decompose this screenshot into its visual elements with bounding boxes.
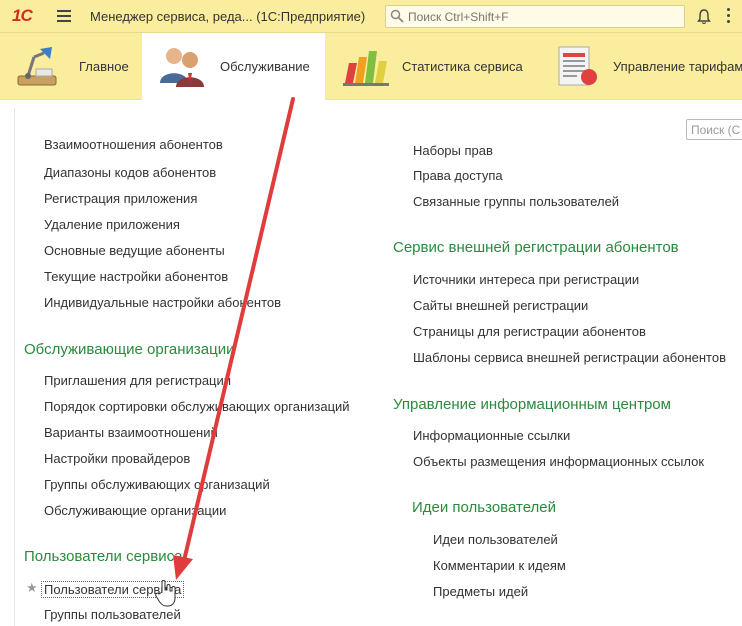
section-maintenance-label: Обслуживание [220, 59, 310, 74]
favorite-star-icon[interactable]: ★ [26, 580, 38, 596]
command-link[interactable]: Страницы для регистрации абонентов [413, 324, 646, 339]
section-statistics[interactable]: Статистика сервиса [325, 33, 531, 100]
command-link[interactable]: Варианты взаимоотношений [44, 425, 218, 440]
section-maintenance[interactable]: Обслуживание [142, 33, 325, 100]
people-icon [160, 48, 204, 87]
section-tariffs[interactable]: Управление тарифами [531, 33, 742, 100]
filter-input[interactable]: Поиск (С [686, 119, 742, 140]
command-link[interactable]: Группы пользователей [44, 607, 181, 622]
window-title: Менеджер сервиса, реда... (1С:Предприяти… [90, 9, 366, 24]
command-link[interactable]: Комментарии к идеям [433, 558, 566, 573]
group-title: Обслуживающие организации [24, 341, 235, 358]
section-main-label: Главное [79, 59, 129, 74]
desk-lamp-icon [17, 47, 57, 86]
command-link[interactable]: Объекты размещения информационных ссылок [413, 454, 704, 469]
sections-panel: Главное Обслуживание Статистика сервиса [0, 33, 742, 100]
group-title: Пользователи сервиса [24, 548, 183, 565]
command-link[interactable]: Индивидуальные настройки абонентов [44, 295, 281, 310]
global-search-input[interactable] [408, 8, 678, 25]
more-icon[interactable] [727, 8, 731, 25]
main-menu-icon[interactable] [57, 10, 71, 22]
section-statistics-label: Статистика сервиса [402, 59, 523, 74]
price-list-icon [558, 46, 597, 86]
command-link-users-selected[interactable]: Пользователи сервиса [41, 581, 185, 598]
command-link[interactable]: Сайты внешней регистрации [413, 298, 588, 313]
title-bar: 1С Менеджер сервиса, реда... (1С:Предпри… [0, 0, 742, 33]
command-link[interactable]: Обслуживающие организации [44, 503, 226, 518]
command-link[interactable]: Связанные группы пользователей [413, 194, 619, 209]
command-link[interactable]: Текущие настройки абонентов [44, 269, 228, 284]
command-link[interactable]: Предметы идей [433, 584, 528, 599]
command-link[interactable]: Взаимоотношения абонентов [44, 140, 223, 152]
command-link[interactable]: Регистрация приложения [44, 191, 197, 206]
app-logo: 1С [12, 6, 33, 25]
command-link[interactable]: Удаление приложения [44, 217, 180, 232]
command-link[interactable]: Основные ведущие абоненты [44, 243, 225, 258]
search-icon [390, 9, 404, 23]
bell-icon[interactable] [696, 8, 712, 25]
command-link[interactable]: Шаблоны сервиса внешней регистрации абон… [413, 350, 726, 365]
command-link[interactable]: Группы обслуживающих организаций [44, 477, 270, 492]
command-link[interactable]: Идеи пользователей [433, 532, 558, 547]
command-link[interactable]: Приглашения для регистрации [44, 373, 231, 388]
command-link[interactable]: Порядок сортировки обслуживающих организ… [44, 399, 350, 414]
global-search[interactable] [385, 5, 685, 28]
group-title: Сервис внешней регистрации абонентов [393, 239, 679, 256]
section-main[interactable]: Главное [0, 33, 142, 100]
command-link[interactable]: Права доступа [413, 168, 503, 183]
command-link[interactable]: Источники интереса при регистрации [413, 272, 639, 287]
command-link[interactable]: Информационные ссылки [413, 428, 570, 443]
group-title: Идеи пользователей [412, 499, 557, 516]
command-link[interactable]: Диапазоны кодов абонентов [44, 165, 216, 180]
group-title: Управление информационным центром [393, 396, 671, 413]
bar-chart-icon [343, 51, 389, 86]
section-tariffs-label: Управление тарифами [613, 59, 742, 74]
command-link[interactable]: Настройки провайдеров [44, 451, 190, 466]
command-link[interactable]: Наборы прав [413, 143, 493, 158]
